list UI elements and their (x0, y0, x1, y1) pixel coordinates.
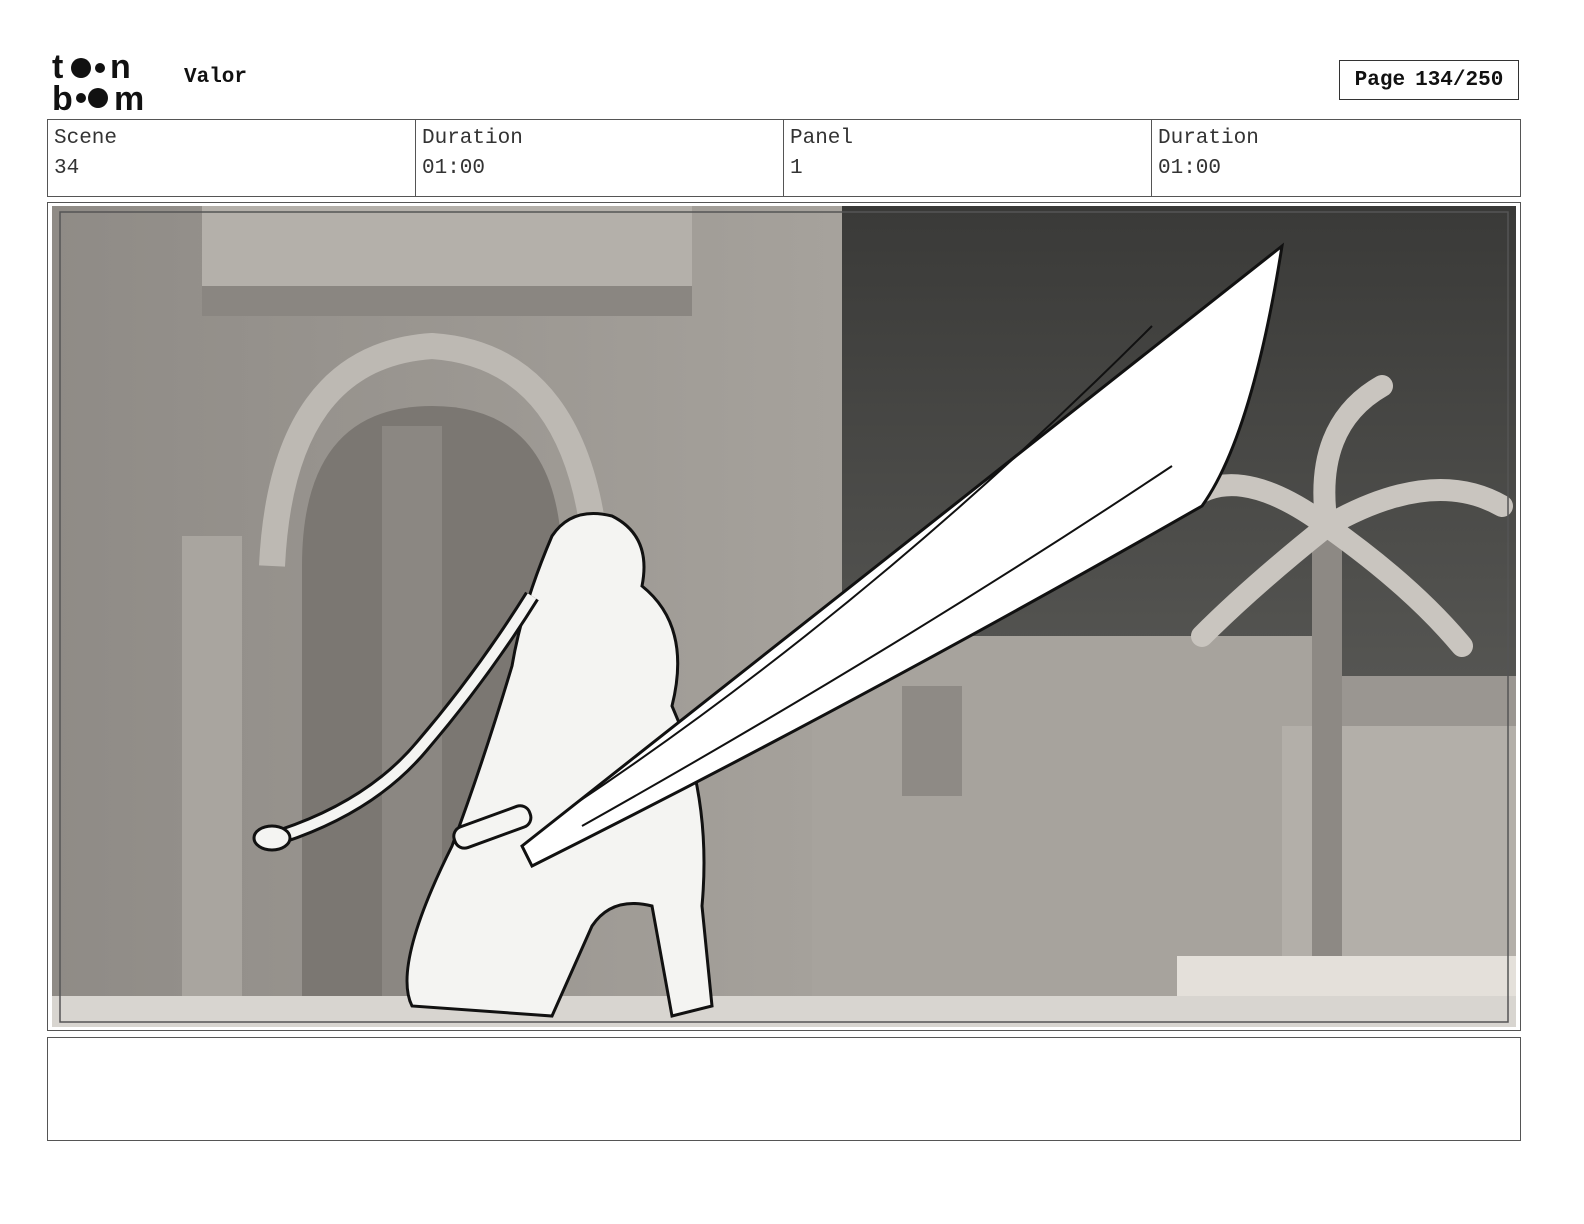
panel-label: Panel (790, 127, 854, 150)
toon-boom-logo: t n b m (52, 52, 144, 112)
panel-duration-cell: Duration 01:00 (1152, 120, 1520, 196)
panel-duration-label: Duration (1158, 127, 1259, 150)
panel-duration-value: 01:00 (1158, 157, 1222, 180)
scene-duration-value: 01:00 (422, 157, 486, 180)
svg-text:m: m (114, 80, 144, 112)
scene-duration-label: Duration (422, 127, 523, 150)
page-number: 134/250 (1415, 68, 1504, 92)
panel-value: 1 (790, 157, 803, 180)
svg-text:b: b (52, 80, 73, 112)
scene-cell: Scene 34 (48, 120, 416, 196)
shot-info-table: Scene 34 Duration 01:00 Panel 1 Duration… (47, 119, 1521, 197)
scene-label: Scene (54, 127, 118, 150)
panel-notes-box (47, 1037, 1521, 1141)
scene-value: 34 (54, 157, 80, 180)
storyboard-panel-image (52, 206, 1516, 1027)
panel-cell: Panel 1 (784, 120, 1152, 196)
project-title: Valor (184, 66, 248, 89)
scene-duration-cell: Duration 01:00 (416, 120, 784, 196)
page-label: Page (1354, 68, 1406, 92)
page-indicator: Page 134/250 (1339, 60, 1519, 100)
